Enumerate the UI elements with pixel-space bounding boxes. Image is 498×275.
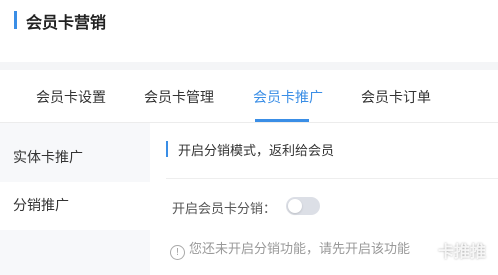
tab-bar: 会员卡设置 会员卡管理 会员卡推广 会员卡订单 [0, 70, 498, 123]
active-tab-indicator [255, 119, 309, 122]
section-title: 开启分销模式，返利给会员 [178, 144, 335, 159]
page-header: 会员卡营销 [0, 0, 498, 62]
sidebar: 实体卡推广 分销推广 [0, 123, 150, 275]
info-icon: ! [170, 245, 185, 260]
watermark-text: 卡推推 [438, 242, 487, 261]
tab-card-management[interactable]: 会员卡管理 [144, 87, 214, 107]
divider [166, 178, 498, 179]
toggle-knob [288, 199, 302, 213]
distribution-toggle[interactable] [286, 197, 320, 215]
tab-card-settings[interactable]: 会员卡设置 [36, 87, 106, 107]
section-accent-bar [166, 141, 168, 157]
distribution-toggle-label: 开启会员卡分销： [172, 202, 277, 217]
header-gap [0, 62, 498, 70]
hint-message: ! 您还未开启分销功能，请先开启该功能 [170, 238, 410, 260]
tab-card-promotion[interactable]: 会员卡推广 [253, 87, 323, 107]
sidebar-item-distribution[interactable]: 分销推广 [0, 182, 150, 230]
sidebar-item-physical-card[interactable]: 实体卡推广 [0, 134, 150, 182]
tab-card-orders[interactable]: 会员卡订单 [361, 87, 431, 107]
page-title: 会员卡营销 [26, 13, 107, 32]
title-accent-bar [14, 11, 17, 29]
hint-text: 您还未开启分销功能，请先开启该功能 [189, 242, 411, 257]
